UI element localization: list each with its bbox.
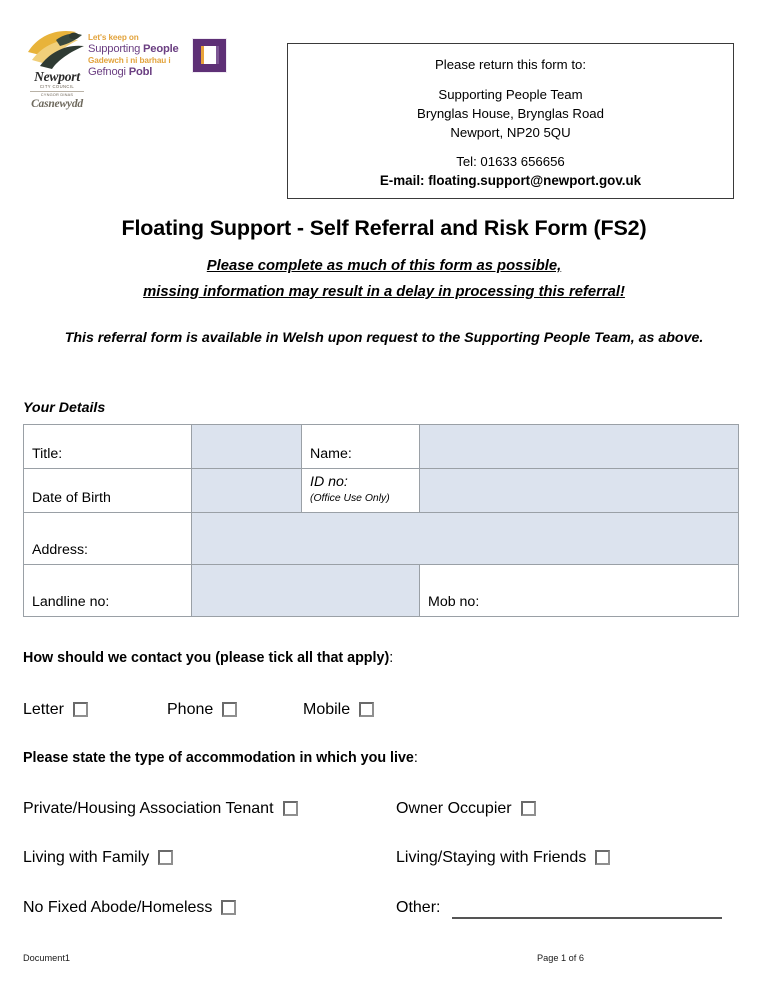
- contact-option-letter[interactable]: Letter: [23, 701, 88, 719]
- accommodation-option-no-fixed-abode-checkbox[interactable]: [221, 899, 237, 915]
- sp-title-cy-light: Gefnogi: [88, 65, 129, 78]
- contact-option-phone-checkbox[interactable]: [222, 701, 238, 717]
- sp-title-en-bold: People: [143, 42, 179, 55]
- accommodation-option-private-tenant-checkbox[interactable]: [282, 800, 298, 816]
- accommodation-option-no-fixed-abode[interactable]: No Fixed Abode/Homeless: [23, 899, 237, 917]
- mobile-label-cell: Mob no:: [419, 564, 739, 617]
- logo-council-sub-cy: CYNGOR DINAS: [40, 92, 74, 97]
- accommodation-option-staying-with-friends-label: Living/Staying with Friends: [396, 849, 587, 866]
- return-telephone: Tel: 01633 656656: [456, 154, 565, 169]
- dob-input-cell[interactable]: [191, 468, 302, 513]
- accommodation-option-owner-occupier-label: Owner Occupier: [396, 800, 512, 817]
- page-title: Floating Support - Self Referral and Ris…: [121, 216, 647, 240]
- supporting-people-door-icon: [192, 38, 227, 73]
- return-intro: Please return this form to:: [435, 57, 586, 72]
- id-no-input-cell[interactable]: [419, 468, 739, 513]
- form-page: Newport CITY COUNCIL CYNGOR DINAS Casnew…: [0, 0, 768, 994]
- newport-wing-icon: [28, 30, 84, 69]
- return-address-line2: Newport, NP20 5QU: [450, 125, 571, 140]
- address-label-cell: Address:: [23, 512, 192, 565]
- contact-question-heading-colon: :: [389, 650, 394, 666]
- contact-option-letter-label: Letter: [23, 701, 64, 718]
- accommodation-option-owner-occupier-checkbox[interactable]: [520, 800, 536, 816]
- your-details-table: Title: Name: Date of Birth ID no: (Offic…: [23, 424, 739, 617]
- table-row: Date of Birth ID no: (Office Use Only): [23, 468, 739, 513]
- table-row: Address:: [23, 512, 739, 565]
- table-row: Title: Name:: [23, 424, 739, 469]
- contact-option-letter-checkbox[interactable]: [72, 701, 88, 717]
- form-subtitle: Please complete as much of this form as …: [0, 253, 768, 305]
- accommodation-option-private-tenant-label: Private/Housing Association Tenant: [23, 800, 274, 817]
- accommodation-option-living-with-family-checkbox[interactable]: [158, 849, 174, 865]
- accommodation-other-input-line[interactable]: [452, 917, 722, 919]
- sp-title-cy-bold: Pobl: [128, 65, 153, 78]
- landline-label-cell: Landline no:: [23, 564, 192, 617]
- footer-document-name: Document1: [23, 953, 70, 963]
- accommodation-option-private-tenant[interactable]: Private/Housing Association Tenant: [23, 800, 298, 818]
- contact-option-phone[interactable]: Phone: [167, 701, 238, 719]
- contact-option-mobile-checkbox[interactable]: [359, 701, 375, 717]
- contact-question-heading: How should we contact you (please tick a…: [23, 650, 393, 666]
- name-input-cell[interactable]: [419, 424, 739, 469]
- logo-council-sub-en: CITY COUNCIL: [39, 84, 75, 89]
- landline-input-cell[interactable]: [191, 564, 420, 617]
- title-input-cell[interactable]: [191, 424, 302, 469]
- logo-council-name: Newport: [34, 69, 80, 84]
- table-row: Landline no: Mob no:: [23, 564, 739, 617]
- accommodation-option-staying-with-friends[interactable]: Living/Staying with Friends: [396, 849, 611, 867]
- id-no-label: ID no:: [310, 474, 348, 490]
- footer-page-number: Page 1 of 6: [537, 953, 584, 963]
- return-email: E-mail: floating.support@newport.gov.uk: [379, 173, 642, 188]
- door-shape: [201, 46, 216, 64]
- welsh-availability-note: This referral form is available in Welsh…: [64, 330, 704, 346]
- dob-label-cell: Date of Birth: [23, 468, 192, 513]
- contact-option-mobile[interactable]: Mobile: [303, 701, 375, 719]
- id-no-office-note: (Office Use Only): [310, 493, 390, 504]
- form-subtitle-line1: Please complete as much of this form as …: [206, 258, 562, 274]
- supporting-people-logo: Let's keep on Supporting People Gadewch …: [88, 32, 228, 102]
- accommodation-other-field[interactable]: Other:: [396, 899, 440, 917]
- sp-title-en-light: Supporting: [88, 42, 144, 55]
- accommodation-question-heading-text: Please state the type of accommodation i…: [23, 750, 414, 766]
- accommodation-option-living-with-family[interactable]: Living with Family: [23, 849, 174, 867]
- return-address-line1: Brynglas House, Brynglas Road: [417, 106, 604, 121]
- contact-option-phone-label: Phone: [167, 701, 214, 718]
- accommodation-option-no-fixed-abode-label: No Fixed Abode/Homeless: [23, 899, 213, 916]
- accommodation-option-owner-occupier[interactable]: Owner Occupier: [396, 800, 536, 818]
- page-header: Newport CITY COUNCIL CYNGOR DINAS Casnew…: [0, 20, 768, 199]
- name-label-cell: Name:: [301, 424, 420, 469]
- contact-option-mobile-label: Mobile: [303, 701, 351, 718]
- accommodation-other-label: Other:: [396, 899, 441, 916]
- accommodation-option-staying-with-friends-checkbox[interactable]: [595, 849, 611, 865]
- return-address-box: Please return this form to: Supporting P…: [287, 43, 734, 199]
- contact-question-heading-text: How should we contact you (please tick a…: [23, 650, 390, 666]
- id-no-label-cell: ID no: (Office Use Only): [301, 468, 420, 513]
- accommodation-question-heading: Please state the type of accommodation i…: [23, 750, 418, 766]
- newport-council-logo: Newport CITY COUNCIL CYNGOR DINAS Casnew…: [26, 26, 88, 118]
- title-label-cell: Title:: [23, 424, 192, 469]
- logo-council-name-cy: Casnewydd: [31, 98, 83, 110]
- return-team: Supporting People Team: [438, 87, 583, 102]
- form-subtitle-line2: missing information may result in a dela…: [143, 284, 625, 300]
- accommodation-question-heading-colon: :: [413, 750, 418, 766]
- accommodation-option-living-with-family-label: Living with Family: [23, 849, 150, 866]
- address-input-cell[interactable]: [191, 512, 739, 565]
- your-details-heading: Your Details: [23, 400, 106, 416]
